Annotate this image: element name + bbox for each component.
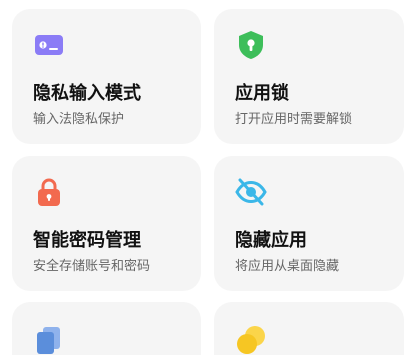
card-title: 智能密码管理 — [33, 230, 141, 251]
shield-lock-icon — [235, 29, 267, 61]
card-subtitle: 输入法隐私保护 — [33, 112, 125, 127]
card-clone-apps[interactable] — [12, 302, 201, 355]
card-title: 应用锁 — [235, 83, 289, 104]
eye-off-icon — [235, 176, 267, 208]
padlock-icon — [33, 176, 65, 208]
card-smart-password-manager[interactable]: 智能密码管理 安全存储账号和密码 — [12, 156, 201, 291]
card-privacy-input-mode[interactable]: 隐私输入模式 输入法隐私保护 — [12, 9, 201, 144]
card-coins[interactable] — [214, 302, 404, 355]
card-title: 隐私输入模式 — [33, 83, 141, 104]
clone-apps-icon — [33, 324, 65, 355]
card-subtitle: 安全存储账号和密码 — [33, 259, 151, 274]
privacy-feature-grid: 隐私输入模式 输入法隐私保护 应用锁 打开应用时需要解锁 智能密码管理 安全存储… — [0, 0, 407, 355]
coins-icon — [235, 324, 267, 355]
card-subtitle: 打开应用时需要解锁 — [235, 112, 353, 127]
card-subtitle: 将应用从桌面隐藏 — [235, 259, 340, 274]
card-title: 隐藏应用 — [235, 230, 307, 251]
card-hide-apps[interactable]: 隐藏应用 将应用从桌面隐藏 — [214, 156, 404, 291]
keyboard-privacy-icon — [33, 29, 65, 61]
card-app-lock[interactable]: 应用锁 打开应用时需要解锁 — [214, 9, 404, 144]
